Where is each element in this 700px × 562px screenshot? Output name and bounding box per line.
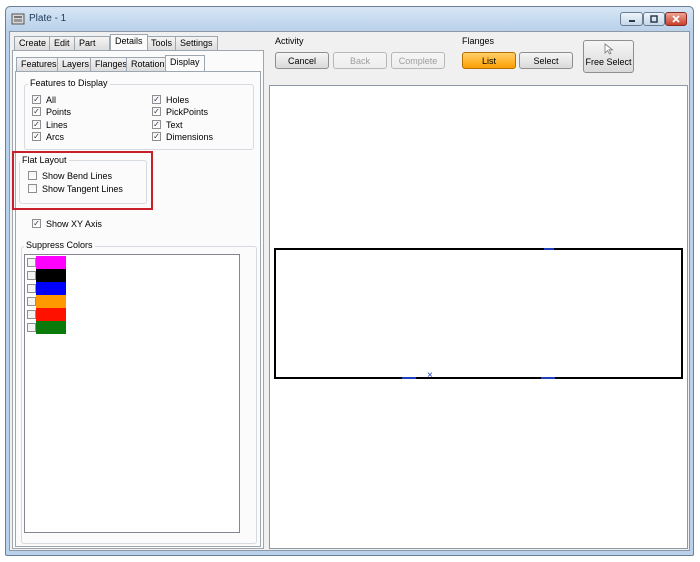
free-select-button[interactable]: Free Select (583, 40, 634, 73)
points-label: Points (46, 107, 72, 117)
checkmark-icon: ✓ (153, 94, 160, 104)
dimensions-checkbox[interactable]: ✓ (152, 132, 161, 141)
flat-layout-title: Flat Layout (20, 155, 69, 165)
application-window: Plate - 1 Create Edit Part Details Tools… (5, 6, 694, 556)
checkmark-icon: ✓ (153, 119, 160, 129)
list-button[interactable]: List (462, 52, 516, 69)
suppress-color-row[interactable] (26, 256, 66, 269)
tab-tools[interactable]: Tools (146, 36, 178, 50)
color-swatch (36, 256, 66, 269)
color-swatch (36, 269, 66, 282)
text-label: Text (166, 120, 183, 130)
tab-part[interactable]: Part (74, 36, 110, 50)
tab-display[interactable]: Display (165, 55, 205, 71)
show-xy-axis-checkbox[interactable]: ✓ (32, 219, 41, 228)
minimize-button[interactable] (620, 12, 643, 26)
color-swatch (36, 308, 66, 321)
suppress-color-row[interactable] (26, 295, 66, 308)
flat-layout-group (19, 160, 147, 204)
color-swatch (36, 295, 66, 308)
plate-outline[interactable] (274, 248, 683, 379)
suppress-color-checkbox[interactable] (27, 271, 36, 280)
select-button[interactable]: Select (519, 52, 573, 69)
tab-settings[interactable]: Settings (175, 36, 218, 50)
all-checkbox[interactable]: ✓ (32, 95, 41, 104)
checkmark-icon: ✓ (33, 218, 40, 228)
minimize-icon (628, 20, 635, 22)
complete-button[interactable]: Complete (391, 52, 445, 69)
suppress-color-row[interactable] (26, 282, 66, 295)
back-button[interactable]: Back (333, 52, 387, 69)
checkmark-icon: ✓ (153, 131, 160, 141)
color-swatch (36, 282, 66, 295)
tab-features[interactable]: Features (16, 57, 62, 71)
show-tangent-lines-label: Show Tangent Lines (42, 184, 123, 194)
close-icon (672, 15, 680, 23)
title-bar[interactable]: Plate - 1 (6, 7, 693, 31)
tab-edit[interactable]: Edit (49, 36, 75, 50)
tab-layers[interactable]: Layers (57, 57, 95, 71)
xy-axis-origin-marker: × (427, 370, 433, 381)
features-group-title: Features to Display (28, 78, 110, 88)
activity-title: Activity (275, 36, 304, 46)
show-tangent-lines-checkbox[interactable] (28, 184, 37, 193)
free-select-label: Free Select (585, 57, 632, 67)
flanges-title: Flanges (462, 36, 495, 46)
arcs-checkbox[interactable]: ✓ (32, 132, 41, 141)
top-tick-mark (544, 248, 554, 250)
lines-checkbox[interactable]: ✓ (32, 120, 41, 129)
checkmark-icon: ✓ (33, 94, 40, 104)
color-swatch (36, 321, 66, 334)
arcs-label: Arcs (46, 132, 64, 142)
tab-rotation[interactable]: Rotation (126, 57, 170, 71)
suppress-color-row[interactable] (26, 308, 66, 321)
suppress-colors-list[interactable] (24, 254, 240, 533)
maximize-button[interactable] (643, 12, 665, 26)
plate-app-icon (11, 13, 25, 25)
suppress-colors-title: Suppress Colors (24, 240, 95, 250)
suppress-color-checkbox[interactable] (27, 284, 36, 293)
display-panel: Features to Display ✓ All ✓ Points ✓ Lin… (12, 71, 261, 547)
dimensions-label: Dimensions (166, 132, 214, 142)
pickpoints-label: PickPoints (166, 107, 209, 117)
bottom-tick-mark-left (402, 377, 416, 379)
suppress-color-row[interactable] (26, 269, 66, 282)
text-checkbox[interactable]: ✓ (152, 120, 161, 129)
suppress-color-row[interactable] (26, 321, 66, 334)
suppress-color-checkbox[interactable] (27, 297, 36, 306)
window-title: Plate - 1 (29, 13, 67, 24)
cursor-arrow-icon (604, 43, 614, 55)
tab-create[interactable]: Create (14, 36, 52, 50)
cancel-button[interactable]: Cancel (275, 52, 329, 69)
checkmark-icon: ✓ (33, 106, 40, 116)
holes-label: Holes (166, 95, 190, 105)
client-area: Create Edit Part Details Tools Settings … (9, 31, 690, 551)
all-label: All (46, 95, 57, 105)
points-checkbox[interactable]: ✓ (32, 107, 41, 116)
suppress-color-checkbox[interactable] (27, 310, 36, 319)
checkmark-icon: ✓ (153, 106, 160, 116)
close-button[interactable] (665, 12, 687, 26)
checkmark-icon: ✓ (33, 131, 40, 141)
bottom-tick-mark-right (541, 377, 555, 379)
show-xy-axis-label: Show XY Axis (46, 219, 102, 229)
drawing-canvas[interactable]: × (269, 85, 688, 549)
holes-checkbox[interactable]: ✓ (152, 95, 161, 104)
show-bend-lines-checkbox[interactable] (28, 171, 37, 180)
lines-label: Lines (46, 120, 68, 130)
suppress-color-checkbox[interactable] (27, 258, 36, 267)
maximize-icon (650, 15, 658, 23)
details-tab-panel: Features Layers Flanges Rotation Display… (12, 50, 264, 549)
checkmark-icon: ✓ (33, 119, 40, 129)
show-bend-lines-label: Show Bend Lines (42, 171, 113, 181)
pickpoints-checkbox[interactable]: ✓ (152, 107, 161, 116)
tab-details[interactable]: Details (110, 34, 148, 50)
suppress-color-checkbox[interactable] (27, 323, 36, 332)
